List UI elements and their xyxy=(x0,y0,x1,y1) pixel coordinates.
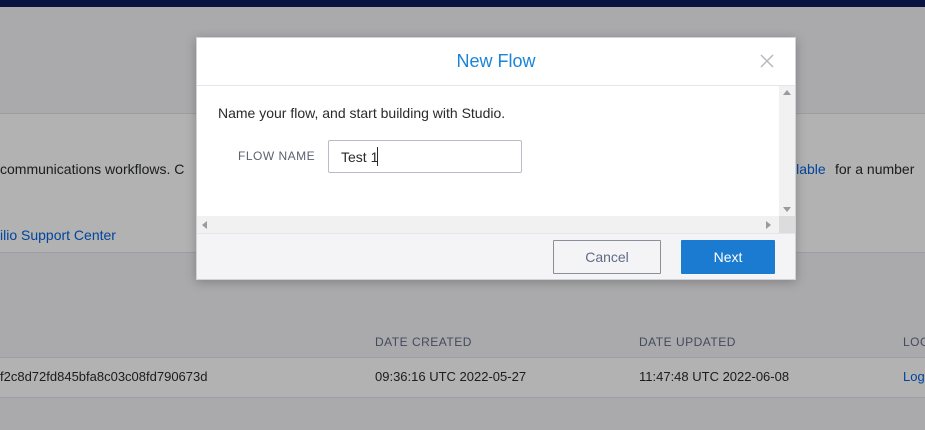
scroll-down-arrow-icon[interactable] xyxy=(783,207,791,212)
text-cursor xyxy=(377,147,378,166)
flow-name-input[interactable] xyxy=(328,140,522,173)
vertical-scrollbar[interactable] xyxy=(779,86,795,216)
dialog-title: New Flow xyxy=(456,51,536,71)
scrollbar-corner xyxy=(779,216,795,233)
dialog-header: New Flow xyxy=(197,38,795,86)
scroll-right-arrow-icon[interactable] xyxy=(766,221,771,229)
close-icon xyxy=(760,54,774,68)
cancel-button[interactable]: Cancel xyxy=(553,240,661,274)
horizontal-scrollbar[interactable] xyxy=(197,216,779,233)
close-button[interactable] xyxy=(757,51,777,71)
new-flow-dialog: New Flow Name your flow, and start build… xyxy=(196,37,796,280)
scroll-left-arrow-icon[interactable] xyxy=(202,221,207,229)
flow-name-label: FLOW NAME xyxy=(238,149,316,163)
next-button[interactable]: Next xyxy=(681,240,775,274)
dialog-content: Name your flow, and start building with … xyxy=(197,86,779,216)
scroll-up-arrow-icon[interactable] xyxy=(783,90,791,95)
dialog-footer: Cancel Next xyxy=(197,233,795,279)
dialog-intro-text: Name your flow, and start building with … xyxy=(218,105,506,121)
dialog-body: Name your flow, and start building with … xyxy=(197,86,795,233)
